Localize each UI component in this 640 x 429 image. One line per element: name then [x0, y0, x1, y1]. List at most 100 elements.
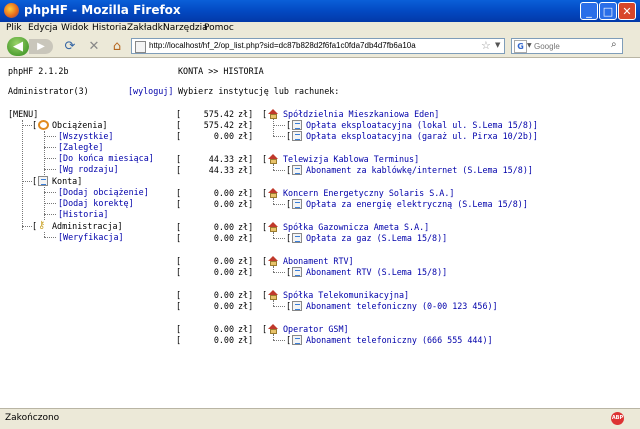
amount-open-bracket: [	[176, 233, 182, 243]
tree-branch	[273, 170, 285, 171]
reload-icon[interactable]: ⟳	[62, 39, 78, 55]
tree-branch	[44, 192, 56, 193]
institution-link[interactable]: Operator GSM]	[283, 324, 349, 335]
amount-open-bracket: [	[176, 256, 182, 266]
logout-link[interactable]: [wyloguj]	[128, 86, 173, 97]
navigation-toolbar: ◀ ▶ ⟳ ✕ ⌂ http://localhost/hf_2/op_list.…	[0, 37, 640, 58]
institution-house-icon	[268, 188, 279, 198]
menu-edycja[interactable]: Edycja	[28, 23, 58, 33]
menu-pomoc[interactable]: Pomoc	[204, 23, 234, 33]
account-amount: 0.00	[213, 131, 234, 141]
tree-branch	[44, 214, 56, 215]
institution-link[interactable]: Telewizja Kablowa Terminus]	[283, 154, 419, 165]
sidebar-item-dodaj-obciazenie[interactable]: [Dodaj obciążenie]	[58, 187, 149, 198]
account-doc-icon	[292, 120, 302, 130]
currency-label: zł]	[238, 324, 254, 334]
page-content: phpHF 2.1.2b Administrator(3) [wyloguj] …	[0, 58, 640, 407]
tree-branch	[273, 125, 285, 126]
url-text[interactable]: http://localhost/hf_2/op_list.php?sid=dc…	[149, 41, 416, 50]
sidebar-item-do-konca-miesiaca[interactable]: [Do końca miesiąca]	[58, 153, 154, 164]
currency-label: zł]	[238, 165, 254, 175]
institution-open-bracket: [	[262, 188, 268, 198]
forward-button[interactable]: ▶	[29, 39, 53, 54]
amount-open-bracket: [	[176, 120, 182, 130]
account-link[interactable]: Opłata eksploatacyjna (lokal ul. S.Lema …	[306, 120, 538, 131]
menu-plik[interactable]: Plik	[6, 23, 22, 33]
close-button[interactable]: ✕	[618, 2, 636, 20]
currency-label: zł]	[238, 109, 254, 119]
sidebar-section-obciazenia: Obciążenia]	[52, 120, 108, 130]
amount-open-bracket: [	[176, 154, 182, 164]
institution-house-icon	[268, 256, 279, 266]
sidebar-item-zalegle[interactable]: [Zaległe]	[58, 142, 103, 153]
app-version: phpHF 2.1.2b	[8, 66, 69, 76]
account-amount: 0.00	[213, 233, 234, 243]
stop-icon[interactable]: ✕	[86, 39, 102, 55]
institution-link[interactable]: Koncern Energetyczny Solaris S.A.]	[283, 188, 454, 199]
status-text: Zakończono	[5, 413, 60, 423]
tree-branch	[22, 226, 32, 227]
section-bracket: [	[32, 176, 38, 186]
sidebar-item-dodaj-korekte[interactable]: [Dodaj korektę]	[58, 198, 134, 209]
maximize-button[interactable]: □	[599, 2, 617, 20]
address-bar[interactable]: http://localhost/hf_2/op_list.php?sid=dc…	[131, 38, 505, 54]
account-link[interactable]: Abonament za kablówkę/internet (S.Lema 1…	[306, 165, 533, 176]
search-input[interactable]	[534, 40, 609, 52]
back-button[interactable]: ◀	[7, 37, 29, 56]
institution-amount: 0.00	[213, 324, 234, 334]
account-link[interactable]: Opłata eksploatacyjna (garaż ul. Pirxa 1…	[306, 131, 538, 142]
menu-narzedzia[interactable]: Narzędzia	[163, 23, 208, 33]
sidebar-section-administracja: Administracja]	[52, 221, 123, 231]
amount-open-bracket: [	[176, 222, 182, 232]
institution-open-bracket: [	[262, 109, 268, 119]
institution-link[interactable]: Spółdzielnia Mieszkaniowa Eden]	[283, 109, 439, 120]
institution-open-bracket: [	[262, 222, 268, 232]
minimize-button[interactable]: _	[580, 2, 598, 20]
tree-branch	[273, 272, 285, 273]
account-doc-icon	[292, 165, 302, 175]
institution-house-icon	[268, 109, 279, 119]
institution-open-bracket: [	[262, 324, 268, 334]
sidebar-item-weryfikacja[interactable]: [Weryfikacja]	[58, 232, 124, 243]
home-icon[interactable]: ⌂	[109, 39, 125, 55]
url-dropdown-icon[interactable]: ▼	[495, 41, 500, 49]
menu-historia[interactable]: Historia	[92, 23, 127, 33]
amount-open-bracket: [	[176, 199, 182, 209]
currency-label: zł]	[238, 131, 254, 141]
tree-branch	[22, 181, 32, 182]
google-icon[interactable]: G	[514, 40, 527, 53]
account-doc-icon	[292, 233, 302, 243]
adblock-icon[interactable]: ABP	[611, 412, 624, 425]
search-icon[interactable]: ⌕	[611, 39, 617, 50]
currency-label: zł]	[238, 267, 254, 277]
account-link[interactable]: Abonament telefoniczny (666 555 444)]	[306, 335, 493, 346]
section-bracket: [	[32, 221, 38, 231]
currency-label: zł]	[238, 301, 254, 311]
tree-branch	[273, 136, 285, 137]
institution-link[interactable]: Spółka Gazownicza Ameta S.A.]	[283, 222, 429, 233]
currency-label: zł]	[238, 233, 254, 243]
account-amount: 44.33	[208, 165, 234, 175]
page-prompt: Wybierz instytucję lub rachunek:	[178, 86, 340, 96]
account-doc-icon	[292, 267, 302, 277]
account-open-bracket: [	[286, 199, 292, 209]
bookmark-star-icon[interactable]: ☆	[481, 39, 491, 52]
amount-open-bracket: [	[176, 188, 182, 198]
institution-link[interactable]: Abonament RTV]	[283, 256, 354, 267]
menu-widok[interactable]: Widok	[61, 23, 89, 33]
search-engine-dropdown-icon[interactable]: ▼	[527, 42, 532, 49]
account-link[interactable]: Opłata za energię elektryczną (S.Lema 15…	[306, 199, 528, 210]
institution-link[interactable]: Spółka Telekomunikacyjna]	[283, 290, 409, 301]
section-bracket: [	[32, 120, 38, 130]
tree-branch	[22, 125, 32, 126]
account-link[interactable]: Abonament telefoniczny (0-00 123 456)]	[306, 301, 498, 312]
search-box[interactable]: G ▼ ⌕	[511, 38, 623, 54]
account-link[interactable]: Opłata za gaz (S.Lema 15/8)]	[306, 233, 447, 244]
sidebar-item-wg-rodzaju[interactable]: [Wg rodzaju]	[58, 164, 119, 175]
menu-root: [MENU]	[8, 109, 39, 119]
menu-zakladki[interactable]: Zakładki	[127, 23, 165, 33]
account-amount: 575.42	[203, 120, 234, 130]
account-link[interactable]: Abonament RTV (S.Lema 15/8)]	[306, 267, 447, 278]
sidebar-item-wszystkie[interactable]: [Wszystkie]	[58, 131, 113, 142]
sidebar-item-historia[interactable]: [Historia]	[58, 209, 108, 220]
